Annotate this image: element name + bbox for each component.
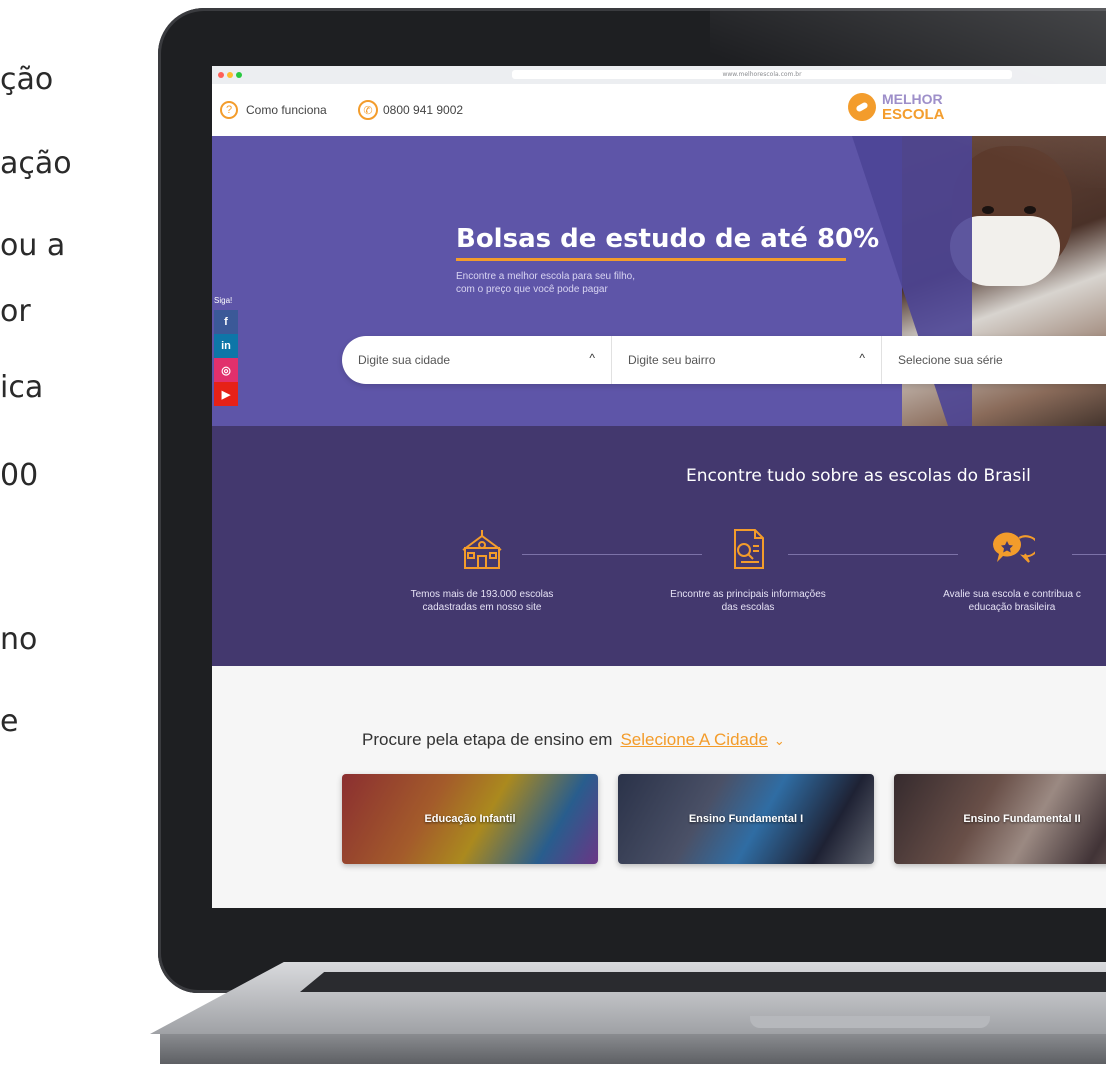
phone-icon: ✆ [358,100,378,120]
facebook-icon[interactable]: f [214,310,238,334]
stage-heading: Procure pela etapa de ensino em Selecione… [362,730,785,749]
feature-item: Temos mais de 193.000 escolas cadastrada… [362,526,602,614]
feature-item: Encontre as principais informações das e… [628,526,868,614]
social-label: Siga! [214,296,233,305]
linkedin-icon[interactable]: in [214,334,238,358]
stage-card-fundamental-2[interactable]: Ensino Fundamental II [894,774,1106,864]
phone-link[interactable]: ✆ 0800 941 9002 [358,84,463,136]
site-header: ? Como funciona ✆ 0800 941 9002 MELHOR E… [212,84,1106,136]
features-section: Encontre tudo sobre as escolas do Brasil [212,426,1106,666]
question-icon: ? [220,101,238,119]
city-select[interactable]: Digite sua cidade ^ [342,336,612,384]
feature-item: Avalie sua escola e contribua c educação… [892,526,1106,614]
feature-text: Avalie sua escola e contribua c [943,589,1081,600]
text-line: no [0,622,38,657]
text-line: ação [0,146,72,181]
laptop-mockup: www.melhorescola.com.br ? Como funciona … [150,0,1106,1083]
logo-icon [842,87,882,127]
review-chat-icon [989,526,1039,572]
minimize-window-icon[interactable] [227,72,233,78]
neighborhood-select[interactable]: Digite seu bairro ^ [612,336,882,384]
hero-subtitle: Encontre a melhor escola para seu filho,… [456,271,635,295]
logo-line2: ESCOLA [882,106,945,123]
phone-number: 0800 941 9002 [383,103,464,117]
title-underline [456,258,846,261]
browser-toolbar: www.melhorescola.com.br [212,66,1106,85]
trackpad-notch [750,1016,990,1028]
grade-select[interactable]: Selecione sua série [882,336,1106,384]
left-cropped-text: ção ação ou a or ica 00 no e [0,0,150,1083]
laptop-base [150,962,1106,1083]
maximize-window-icon[interactable] [236,72,242,78]
select-city-link[interactable]: Selecione A Cidade [620,730,767,749]
close-window-icon[interactable] [218,72,224,78]
text-line: ção [0,62,54,97]
feature-text: das escolas [721,602,775,613]
text-line: 00 [0,458,39,493]
feature-text: educação brasileira [968,602,1056,613]
youtube-icon[interactable]: ▶ [214,382,238,406]
laptop-screen: www.melhorescola.com.br ? Como funciona … [212,66,1106,908]
document-search-icon [725,526,771,572]
text-line: ou a [0,228,66,263]
how-it-works-label: Como funciona [246,103,327,117]
features-title: Encontre tudo sobre as escolas do Brasil [686,466,1031,486]
text-line: e [0,704,19,739]
text-line: ica [0,370,44,405]
address-bar[interactable]: www.melhorescola.com.br [512,70,1012,79]
feature-text: Encontre as principais informações [670,589,826,600]
stage-card-fundamental-1[interactable]: Ensino Fundamental I [618,774,874,864]
chevron-up-icon: ^ [859,351,865,365]
feature-text: cadastradas em nosso site [422,602,542,613]
hero-banner: Siga! f in ◎ ▶ Bolsas de estudo de até 8… [212,136,1106,426]
chevron-up-icon: ^ [589,351,595,365]
school-search-bar: Digite sua cidade ^ Digite seu bairro ^ … [342,336,1106,384]
how-it-works-link[interactable]: ? Como funciona [220,84,327,136]
site-logo[interactable]: MELHOR ESCOLA [842,87,945,127]
keyboard-edge [300,972,1106,992]
education-stage-section: Procure pela etapa de ensino em Selecione… [212,666,1106,908]
chevron-down-icon: ⌄ [773,733,785,748]
stage-card-infantil[interactable]: Educação Infantil [342,774,598,864]
logo-line1: MELHOR [882,91,943,107]
school-building-icon [459,526,505,572]
feature-text: Temos mais de 193.000 escolas [410,589,554,600]
instagram-icon[interactable]: ◎ [214,358,238,382]
hero-title: Bolsas de estudo de até 80% [456,224,880,254]
text-line: or [0,294,31,329]
